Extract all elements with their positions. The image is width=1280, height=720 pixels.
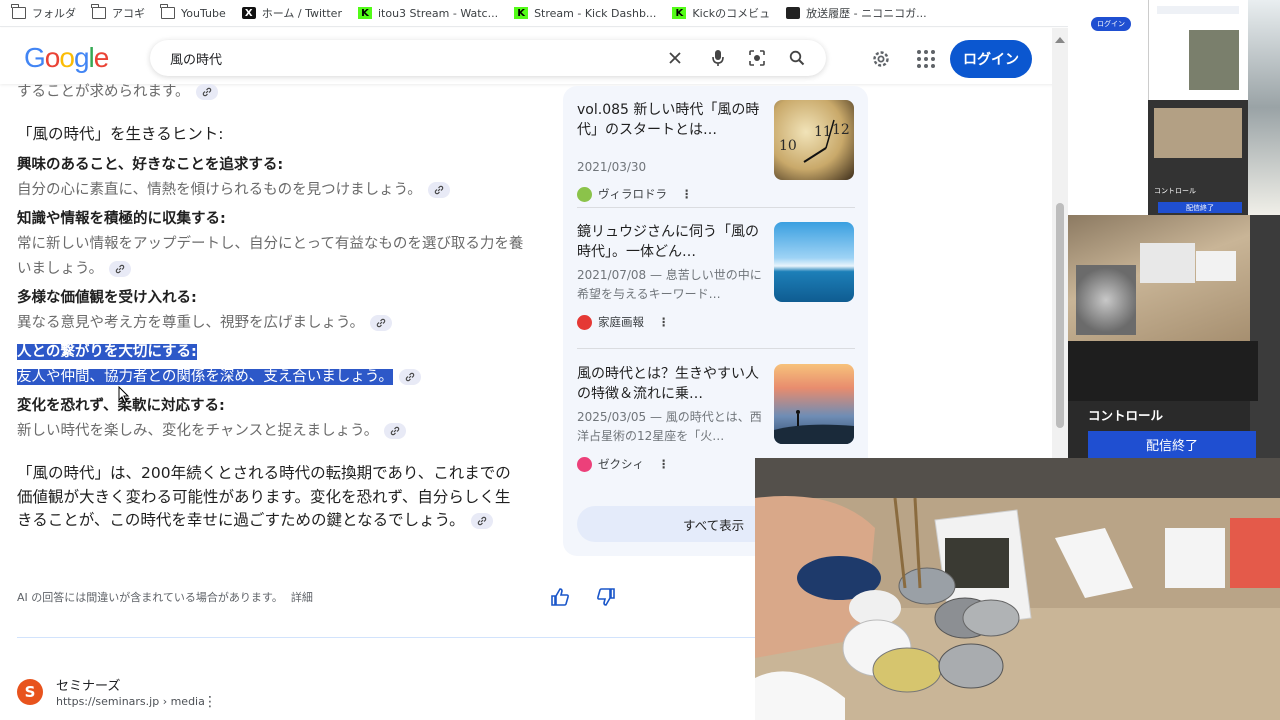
webcam-overlay <box>755 458 1280 720</box>
bookmark-kick-dashboard[interactable]: K Stream - Kick Dashb... <box>506 2 664 24</box>
result-site-name[interactable]: セミナーズ <box>56 675 120 694</box>
bookmark-kick-comments[interactable]: K Kickのコメビュ <box>664 2 778 24</box>
mini-control-label: コントロール <box>1154 187 1196 195</box>
source-link-icon[interactable] <box>370 315 393 331</box>
sky-sea-thumbnail[interactable] <box>774 222 854 302</box>
hint-title: 人との繋がりを大切にする: <box>17 344 197 360</box>
source-date: 2025/03/05 — 風の時代とは、西洋占星術の12星座を「火… <box>577 410 762 443</box>
kick-icon: K <box>672 7 687 19</box>
x-icon: X <box>241 7 256 19</box>
hint-title: 多様な価値観を受け入れる: <box>17 290 197 306</box>
source-card[interactable]: 鏡リュウジさんに伺う「風の時代」。一体どん… 2021/07/08 — 息苦しい… <box>577 222 855 332</box>
bookmarks-bar: フォルダ アコギ YouTube X ホーム / Twitter Kitou3 S… <box>0 0 1068 27</box>
source-link-icon[interactable] <box>384 423 407 439</box>
login-button[interactable]: ログイン <box>950 40 1032 78</box>
site-favicon <box>577 314 592 330</box>
source-site: ヴィラロドラ ⋮ <box>577 186 693 202</box>
ai-disclaimer: AI の回答には間違いが含まれている場合があります。 詳細 <box>17 591 313 604</box>
sunset-thumbnail[interactable] <box>774 364 854 444</box>
clear-icon[interactable] <box>665 48 685 68</box>
source-link-icon[interactable] <box>427 182 450 198</box>
bookmark-twitter[interactable]: X ホーム / Twitter <box>234 2 350 24</box>
section-divider <box>17 637 757 638</box>
hint-item: 変化を恐れず、柔軟に対応する: 新しい時代を楽しみ、変化をチャンスと捉えましょう… <box>17 394 537 444</box>
seminars-favicon: S <box>17 679 43 705</box>
source-title[interactable]: 風の時代とは？生きやすい人の特徴＆流れに乗… <box>577 364 767 404</box>
hint-body: 新しい時代を楽しみ、変化をチャンスと捉えましょう。 <box>17 419 537 444</box>
hint-title: 興味のあること、好きなことを追求する: <box>17 157 284 173</box>
hint-title: 変化を恐れず、柔軟に対応する: <box>17 398 225 414</box>
hint-title: 知識や情報を積極的に収集する: <box>17 211 226 227</box>
bookmark-niconico[interactable]: 放送履歴 - ニコニコガ... <box>778 2 934 24</box>
hints-heading: 「風の時代」を生きるヒント: <box>17 125 224 143</box>
source-link-icon[interactable] <box>195 84 218 100</box>
mini-login-button: ログイン <box>1091 17 1131 31</box>
nested-preview: コントロール 配信終了 <box>1148 100 1248 215</box>
hint-body: 異なる意見や考え方を尊重し、視野を広げましょう。 <box>17 311 537 336</box>
mini-end-button: 配信終了 <box>1158 202 1242 213</box>
hint-item-selected: 人との繋がりを大切にする: 友人や仲間、協力者との関係を深め、支え合いましょう。 <box>17 340 537 390</box>
hint-body: 常に新しい情報をアップデートし、自分にとって有益なものを選び取る力を養いましょう… <box>17 236 524 277</box>
bookmark-folder-1[interactable]: フォルダ <box>4 2 84 24</box>
source-title[interactable]: vol.085 新しい時代「風の時代」のスタートとは… <box>577 100 767 140</box>
bookmark-folder-youtube[interactable]: YouTube <box>153 2 234 24</box>
svg-text:12: 12 <box>832 122 850 138</box>
folder-icon <box>160 4 175 19</box>
source-card[interactable]: vol.085 新しい時代「風の時代」のスタートとは… 2021/03/30 ヴ… <box>577 100 855 202</box>
result-url[interactable]: https://seminars.jp › media <box>56 695 205 708</box>
clock-thumbnail[interactable]: 11 12 10 <box>774 100 854 180</box>
source-title[interactable]: 鏡リュウジさんに伺う「風の時代」。一体どん… <box>577 222 767 262</box>
tv-icon <box>786 7 801 19</box>
source-link-icon[interactable] <box>470 512 493 529</box>
site-favicon <box>577 186 592 202</box>
conclusion-paragraph: 「風の時代」は、200年続くとされる時代の転換期であり、これまでの価値観が大きく… <box>17 464 511 529</box>
source-site: 家庭画報 ⋮ <box>577 314 670 330</box>
hint-body: 友人や仲間、協力者との関係を深め、支え合いましょう。 <box>17 369 393 385</box>
apps-grid-icon[interactable] <box>916 49 936 69</box>
microphone-icon[interactable] <box>708 48 728 68</box>
kick-icon: K <box>357 7 372 19</box>
bookmark-kick-watch[interactable]: Kitou3 Stream - Watc... <box>350 2 506 24</box>
detail-link[interactable]: 詳細 <box>291 591 313 604</box>
more-vert-icon[interactable]: ⋮ <box>681 187 693 201</box>
kick-icon: K <box>514 7 529 19</box>
search-box[interactable] <box>150 40 826 76</box>
hint-item: 多様な価値観を受け入れる: 異なる意見や考え方を尊重し、視野を広げましょう。 <box>17 286 537 336</box>
ai-text-line: することが求められます。 <box>17 80 537 105</box>
more-vert-icon[interactable]: ⋮ <box>658 457 670 471</box>
source-date: 2021/03/30 <box>577 160 647 174</box>
settings-gear-icon[interactable] <box>870 48 892 70</box>
more-vert-icon[interactable]: ⋮ <box>658 315 670 329</box>
source-separator <box>577 348 855 349</box>
folder-icon <box>11 4 26 19</box>
hint-item: 興味のあること、好きなことを追求する: 自分の心に素直に、情熱を傾けられるものを… <box>17 153 537 203</box>
search-icon[interactable] <box>787 48 807 68</box>
hint-item: 知識や情報を積極的に収集する: 常に新しい情報をアップデートし、自分にとって有益… <box>17 207 537 282</box>
scroll-thumb[interactable] <box>1056 203 1064 428</box>
hint-body: 自分の心に素直に、情熱を傾けられるものを見つけましょう。 <box>17 178 537 203</box>
thumbs-up-icon[interactable] <box>550 587 570 607</box>
bookmark-folder-2[interactable]: アコギ <box>84 2 153 24</box>
folder-icon <box>91 4 106 19</box>
site-favicon <box>577 456 592 472</box>
obs-control-label: コントロール <box>1088 408 1164 423</box>
search-header: Google ログイン <box>0 28 1068 84</box>
search-input[interactable] <box>170 50 650 66</box>
ai-overview-content: することが求められます。 「風の時代」を生きるヒント: 興味のあること、好きなこ… <box>17 80 537 533</box>
source-site: ゼクシィ ⋮ <box>577 456 670 472</box>
desk-capture <box>1068 215 1250 341</box>
thumbs-down-icon[interactable] <box>596 587 616 607</box>
lens-icon[interactable] <box>747 48 767 68</box>
source-link-icon[interactable] <box>398 369 421 385</box>
end-stream-button[interactable]: 配信終了 <box>1088 431 1256 458</box>
source-date: 2021/07/08 — 息苦しい世の中に希望を与えるキーワード… <box>577 268 762 301</box>
google-logo[interactable]: Google <box>24 42 109 74</box>
source-link-icon[interactable] <box>109 261 132 277</box>
source-separator <box>577 207 855 208</box>
obs-preview-window: ログイン コントロール 配信終了 <box>1068 0 1280 215</box>
scroll-up-arrow-icon[interactable] <box>1055 37 1065 43</box>
more-vert-icon[interactable]: ⋮ <box>203 694 217 710</box>
svg-text:10: 10 <box>779 138 797 154</box>
